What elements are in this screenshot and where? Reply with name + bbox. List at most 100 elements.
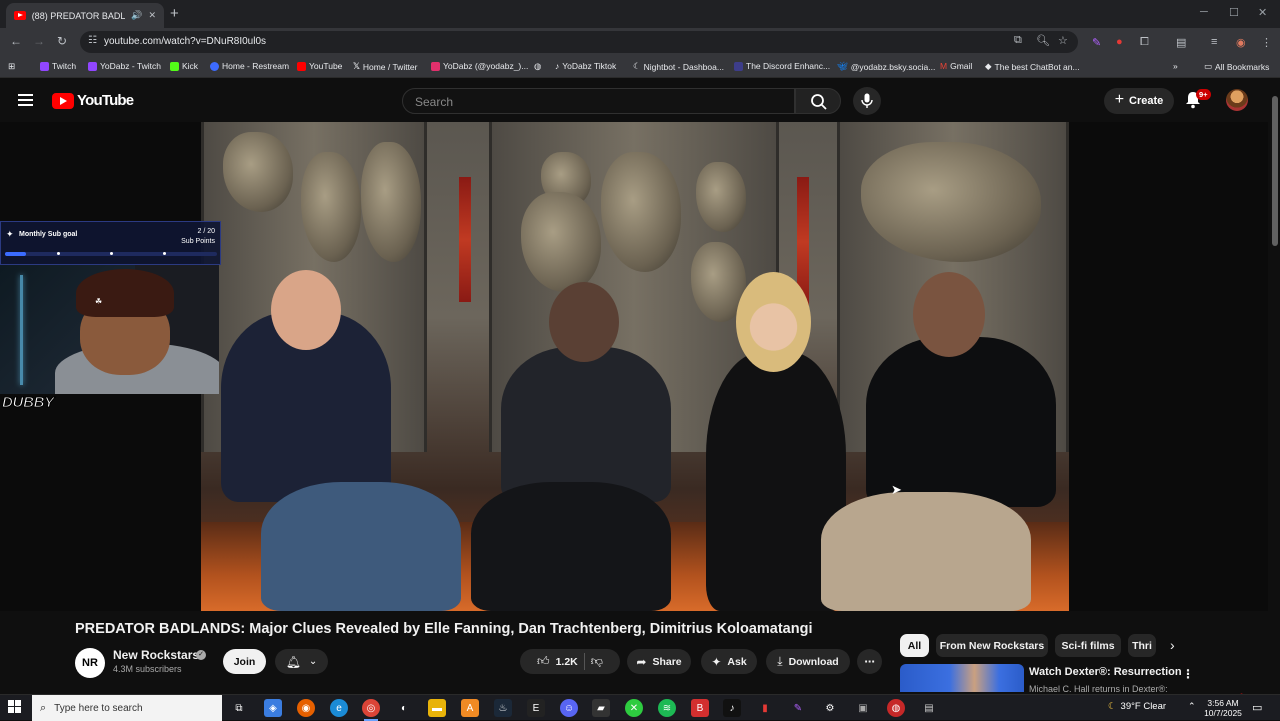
bookmark-restream[interactable]: Home - Restream — [210, 61, 289, 71]
bookmark-yodabz-twitch[interactable]: YoDabz - Twitch — [88, 61, 161, 71]
system-clock[interactable]: 3:56 AM 10/7/2025 — [1203, 698, 1243, 718]
bookmark-instagram[interactable]: YoDabz (@yodabz_)... — [431, 61, 528, 71]
chip-thriller[interactable]: Thri — [1128, 634, 1156, 657]
site-info-icon[interactable]: ☷ — [88, 35, 97, 46]
edge-icon[interactable]: e — [330, 699, 348, 717]
bookmark-twitter[interactable]: 𝕏 Home / Twitter — [353, 61, 418, 72]
recommended-thumbnail[interactable] — [900, 664, 1024, 692]
share-button[interactable]: ➦ Share — [627, 649, 691, 674]
tab-close-icon[interactable]: ✕ — [148, 10, 156, 21]
bookmark-nightbot[interactable]: ☾ Nightbot - Dashboa... — [633, 61, 724, 72]
bookmark-gmail[interactable]: M Gmail — [940, 61, 972, 71]
epic-games-icon[interactable]: E — [527, 699, 545, 717]
extension-feather-icon[interactable]: ✎ — [1092, 36, 1101, 49]
chip-sci-fi-films[interactable]: Sci-fi films — [1055, 634, 1121, 657]
dislike-button[interactable]: 👎︎ — [591, 654, 603, 669]
profile-avatar-icon[interactable]: ◉ — [1236, 36, 1246, 49]
download-icon: ⤓ — [777, 654, 783, 668]
spotify-icon[interactable]: ≋ — [658, 699, 676, 717]
back-button[interactable]: ← — [10, 34, 22, 48]
xbox-icon[interactable]: ✕ — [625, 699, 643, 717]
scrollbar-thumb[interactable] — [1272, 96, 1278, 246]
recommended-title[interactable]: Watch Dexter®: Resurrection — [1029, 666, 1182, 678]
chip-from-new-rockstars[interactable]: From New Rockstars — [936, 634, 1048, 657]
search-button[interactable] — [795, 88, 841, 114]
file-explorer-icon[interactable]: ▬ — [428, 699, 446, 717]
bookmark-bluesky[interactable]: 🦋︎ @yodabz.bsky.socia... — [837, 61, 935, 72]
app-bolt-icon[interactable]: ▮ — [756, 699, 774, 717]
settings-gear-icon[interactable]: ⚙ — [821, 699, 839, 717]
apps-grid-icon[interactable]: ⊞ — [8, 61, 15, 72]
media-control-icon[interactable]: ≡ — [1211, 36, 1217, 48]
like-button[interactable]: 👍︎ 1.2K — [537, 654, 578, 669]
address-bar[interactable]: ☷ youtube.com/watch?v=DNuR8I0ul0s ⧉ 🔍︎ ☆ — [80, 31, 1078, 53]
chrome-icon[interactable]: ◎ — [362, 699, 380, 721]
minimize-button[interactable]: ─ — [1200, 6, 1208, 18]
bookmarks-overflow-icon[interactable]: » — [1173, 61, 1178, 71]
firefox-icon[interactable]: ◉ — [297, 699, 315, 717]
create-button[interactable]: + Create — [1104, 88, 1174, 114]
browser-tab[interactable]: (88) PREDATOR BADLANDS 🔊 ✕ — [6, 3, 164, 28]
bookmark-discord-enhancer[interactable]: The Discord Enhanc... — [734, 61, 830, 71]
install-app-icon[interactable]: ⧉ — [1014, 34, 1022, 47]
all-bookmarks[interactable]: ▭ All Bookmarks — [1204, 61, 1269, 72]
channel-avatar[interactable]: NR — [75, 648, 105, 678]
steam-icon[interactable]: ♨ — [494, 699, 512, 717]
bookmark-tiktok[interactable]: ♪ YoDabz Tiktok — [555, 61, 616, 71]
window-close-button[interactable]: ✕ — [1258, 6, 1267, 19]
extensions-puzzle-icon[interactable]: ⧠ — [1140, 36, 1149, 49]
obs-icon[interactable]: ◐ — [395, 699, 413, 717]
bookmark-chatbot[interactable]: ◆ The best ChatBot an... — [985, 61, 1080, 72]
forward-button[interactable]: → — [33, 34, 45, 48]
bookmark-globe[interactable]: ◍ — [534, 61, 541, 72]
account-avatar[interactable] — [1226, 89, 1248, 111]
clock-date: 10/7/2025 — [1204, 708, 1242, 718]
join-button[interactable]: Join — [223, 649, 266, 674]
streamer-app-icon[interactable]: ▰ — [592, 699, 610, 717]
hamburger-menu-icon[interactable] — [18, 94, 33, 106]
windows-start-icon[interactable] — [8, 700, 22, 714]
side-panel-icon[interactable]: ▤ — [1176, 36, 1186, 49]
discord-icon[interactable]: ☺ — [560, 699, 578, 717]
reload-button[interactable]: ↻ — [57, 34, 67, 48]
chrome-menu-icon[interactable]: ⋮ — [1261, 36, 1272, 49]
app-window-icon[interactable]: ▤ — [920, 699, 938, 717]
zoom-icon[interactable]: 🔍︎ — [1036, 34, 1050, 47]
bookmark-twitch[interactable]: Twitch — [40, 61, 76, 71]
app-red-icon[interactable]: B — [691, 699, 709, 717]
copilot-icon[interactable]: ◈ — [264, 699, 282, 717]
taskbar-search-input[interactable]: ⌕ Type here to search — [32, 695, 222, 721]
more-actions-button[interactable]: ⋯ — [857, 649, 882, 674]
maximize-button[interactable]: ☐ — [1229, 6, 1239, 19]
app-box-icon[interactable]: ▣ — [854, 699, 872, 717]
notification-center-icon[interactable]: ▭ — [1252, 701, 1262, 714]
ask-button[interactable]: ✦ Ask — [701, 649, 757, 674]
bookmark-kick[interactable]: Kick — [170, 61, 198, 71]
new-tab-button[interactable]: + — [170, 5, 179, 22]
app-circle-icon[interactable]: ◍ — [887, 699, 905, 717]
recommended-more-icon[interactable]: ⋮ — [1182, 667, 1194, 681]
subscription-bell-button[interactable]: 🔔︎ ⌄ — [275, 649, 328, 674]
bookmark-star-icon[interactable]: ☆ — [1058, 34, 1068, 47]
download-button[interactable]: ⤓ Download — [766, 649, 850, 674]
video-frame[interactable] — [201, 122, 1069, 611]
feather-app-icon[interactable]: ✎ — [789, 699, 807, 717]
task-view-icon[interactable]: ⧉ — [230, 699, 248, 717]
youtube-logo[interactable]: YouTube — [52, 92, 134, 109]
channel-name[interactable]: New Rockstars — [113, 648, 199, 662]
app-a-icon[interactable]: A — [461, 699, 479, 717]
beanie — [76, 269, 174, 317]
chip-all[interactable]: All — [900, 634, 929, 657]
twitch-icon — [40, 61, 49, 71]
search-input[interactable]: Search — [402, 88, 795, 114]
video-title: PREDATOR BADLANDS: Major Clues Revealed … — [75, 621, 813, 637]
tray-overflow-icon[interactable]: ⌃ — [1188, 701, 1196, 712]
chevron-right-icon[interactable]: › — [1170, 637, 1175, 653]
extension-record-icon[interactable]: ● — [1116, 36, 1123, 48]
weather-widget[interactable]: ☾ 39°F Clear — [1108, 701, 1166, 712]
voice-search-button[interactable] — [853, 87, 881, 115]
page-scrollbar[interactable] — [1270, 78, 1280, 696]
tiktok-icon[interactable]: ♪ — [723, 699, 741, 717]
tab-audio-icon[interactable]: 🔊 — [131, 10, 142, 21]
bookmark-youtube[interactable]: YouTube — [297, 61, 342, 71]
